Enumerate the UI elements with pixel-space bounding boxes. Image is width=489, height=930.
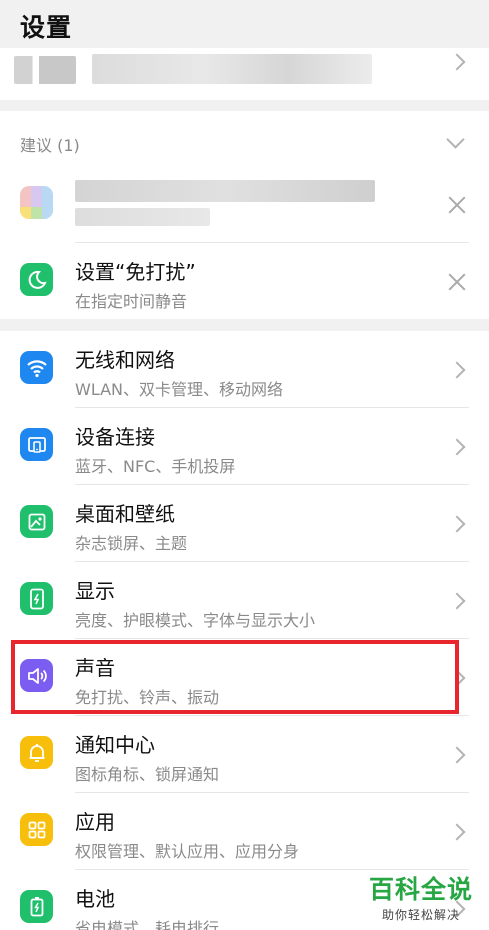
display-icon [20,582,53,615]
battery-icon [20,890,53,923]
settings-item-subtitle: 杂志锁屏、主题 [75,534,188,553]
wifi-icon [20,351,53,384]
settings-item-subtitle: 权限管理、默认应用、应用分身 [75,842,300,861]
suggestions-header: 建议 (1) [20,136,80,155]
dismiss-dnd-icon[interactable] [448,273,466,291]
chevron-right-icon [448,746,466,764]
apps-icon [20,813,53,846]
chevron-right-icon [448,361,466,379]
settings-item-label: 应用 [75,810,115,834]
settings-item-notifications[interactable]: 通知中心 图标角标、锁屏通知 [0,716,489,793]
settings-item-subtitle: 亮度、护眼模式、字体与显示大小 [75,611,316,630]
suggestion-item-dnd[interactable]: 设置“免打扰” 在指定时间静音 [0,243,489,320]
wallpaper-icon [20,505,53,538]
device-connection-icon [20,428,53,461]
page-title: 设置 [20,13,73,42]
settings-item-label: 电池 [75,887,115,911]
settings-item-subtitle: 图标角标、锁屏通知 [75,765,220,784]
settings-item-label: 桌面和壁纸 [75,502,175,526]
settings-item-wireless[interactable]: 无线和网络 WLAN、双卡管理、移动网络 [0,331,489,408]
settings-item-wallpaper[interactable]: 桌面和壁纸 杂志锁屏、主题 [0,485,489,562]
highlight-box [11,640,459,714]
settings-item-label: 设备连接 [75,425,155,449]
settings-item-label: 显示 [75,579,115,603]
suggestion-text-blurred [75,180,375,202]
settings-item-subtitle: 蓝牙、NFC、手机投屏 [75,457,236,476]
moon-icon [20,263,53,296]
chevron-right-icon [448,823,466,841]
chevron-right-icon [448,592,466,610]
settings-item-device-connection[interactable]: 设备连接 蓝牙、NFC、手机投屏 [0,408,489,485]
account-name-blurred [92,54,372,84]
bell-icon [20,736,53,769]
settings-item-label: 通知中心 [75,733,155,757]
account-card[interactable] [0,48,489,100]
top-bar: 设置 [0,0,489,48]
chevron-right-icon [448,515,466,533]
chevron-right-icon [448,53,466,71]
avatar [14,56,76,84]
suggestion-subtext-blurred [75,208,210,226]
dismiss-suggestion-icon[interactable] [448,196,466,214]
suggestion-dnd-title: 设置“免打扰” [75,260,196,284]
settings-item-display[interactable]: 显示 亮度、护眼模式、字体与显示大小 [0,562,489,639]
settings-item-subtitle: 省电模式、耗电排行 [75,919,220,930]
chevron-right-icon [448,438,466,456]
suggestion-item-blurred[interactable] [0,166,489,243]
settings-item-label: 无线和网络 [75,348,175,372]
watermark-subtitle: 助你轻松解决 [381,908,460,922]
watermark-title: 百科全说 [368,875,473,904]
settings-item-apps[interactable]: 应用 权限管理、默认应用、应用分身 [0,793,489,870]
settings-item-subtitle: WLAN、双卡管理、移动网络 [75,380,284,399]
suggestion-app-icon [20,186,53,219]
suggestion-dnd-subtitle: 在指定时间静音 [75,292,188,311]
watermark-logo: 百科全说 助你轻松解决 [369,870,473,923]
